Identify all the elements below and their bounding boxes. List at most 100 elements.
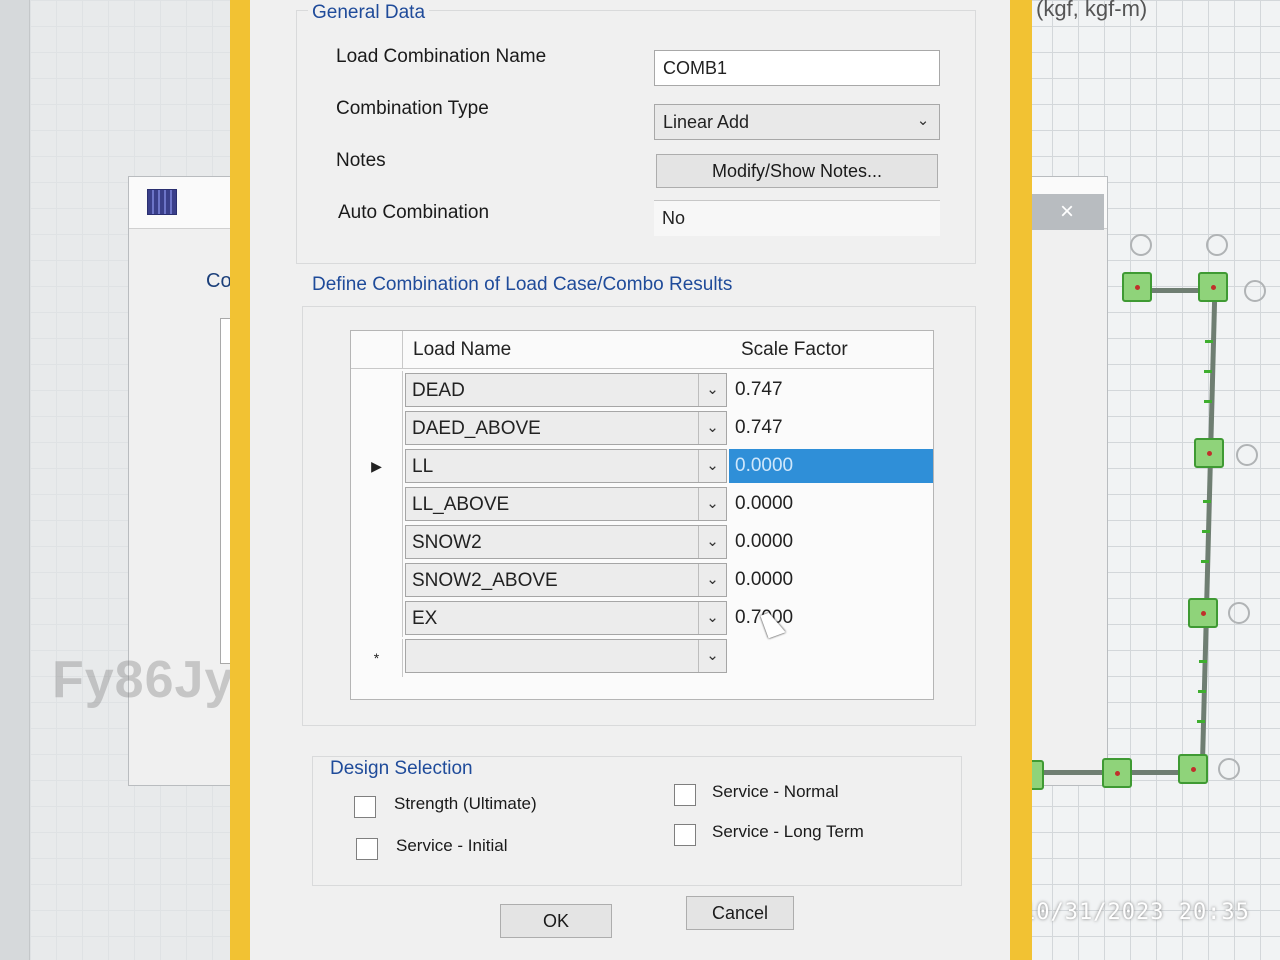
load-combination-dialog: General Data Load Combination Name COMB1… [250,0,1010,960]
grid-bubble-icon [1218,758,1240,780]
chevron-down-icon[interactable]: ⌄ [698,488,726,520]
load-name-cell[interactable]: SNOW2 ⌄ [405,525,727,559]
load-tick [1197,720,1205,723]
dialog-frame-left [230,0,250,960]
row-header[interactable] [351,599,403,637]
node-icon [1198,272,1228,302]
chevron-down-icon[interactable]: ⌄ [698,412,726,444]
background-left-strip [0,0,30,960]
chevron-down-icon[interactable]: ⌄ [698,526,726,558]
general-data-title: General Data [308,2,430,24]
new-row-marker[interactable]: * [351,639,403,677]
define-combination-title: Define Combination of Load Case/Combo Re… [312,274,733,295]
row-header[interactable] [351,523,403,561]
load-tick [1198,690,1206,693]
load-name-value: EX [412,608,438,629]
grid-bubble-icon [1236,444,1258,466]
photo-timestamp: 10/31/2023 20:35 [1022,900,1250,925]
node-icon [1102,758,1132,788]
scale-factor-cell[interactable]: 0.0000 [729,563,933,597]
row-header[interactable] [351,485,403,523]
load-name-column-header: Load Name [413,339,512,360]
background-partial-label: Co [206,270,232,292]
load-tick [1202,530,1210,533]
load-name-value: SNOW2 [412,532,482,553]
service-initial-label: Service - Initial [396,836,508,855]
row-header[interactable] [351,371,403,409]
auto-combination-value: No [654,200,940,236]
column-member [1199,290,1218,776]
scale-factor-column-header: Scale Factor [741,339,848,360]
load-name-cell[interactable]: EX ⌄ [405,601,727,635]
service-long-term-label: Service - Long Term [712,822,864,841]
auto-combination-label: Auto Combination [338,202,490,223]
service-normal-checkbox[interactable] [674,784,696,806]
app-icon [147,189,177,215]
grid-bubble-icon [1130,234,1152,256]
combination-type-label: Combination Type [336,98,489,119]
node-icon [1194,438,1224,468]
cancel-button[interactable]: Cancel [686,896,794,930]
strength-ultimate-checkbox[interactable] [354,796,376,818]
watermark: Fy86Jy [52,651,235,709]
grid-bubble-icon [1244,280,1266,302]
chevron-down-icon[interactable]: ⌄ [698,602,726,634]
load-combination-grid[interactable]: Load Name Scale Factor DEAD ⌄ 0.747 DAED… [350,330,934,700]
load-name-cell[interactable]: LL_ABOVE ⌄ [405,487,727,521]
dialog-frame-right [1010,0,1032,960]
row-pointer-icon[interactable]: ▶ [351,447,403,485]
scale-factor-cell-selected[interactable]: 0.0000 [729,449,933,483]
load-tick [1203,500,1211,503]
load-tick [1201,560,1209,563]
chevron-down-icon[interactable]: ⌄ [698,450,726,482]
service-normal-label: Service - Normal [712,782,839,801]
scale-factor-cell[interactable]: 0.747 [729,373,933,407]
load-name-cell[interactable]: DAED_ABOVE ⌄ [405,411,727,445]
row-header[interactable] [351,561,403,599]
service-long-term-checkbox[interactable] [674,824,696,846]
node-icon [1178,754,1208,784]
chevron-down-icon[interactable]: ⌄ [698,374,726,406]
close-icon[interactable]: × [1030,194,1104,230]
scale-factor-cell[interactable]: 0.0000 [729,525,933,559]
combination-type-value: Linear Add [663,112,750,132]
load-tick [1204,400,1212,403]
grid-corner [351,331,403,369]
load-name-value: DEAD [412,380,465,401]
scale-factor-cell[interactable]: 0.0000 [729,487,933,521]
modify-show-notes-button[interactable]: Modify/Show Notes... [656,154,938,188]
load-name-cell[interactable]: LL ⌄ [405,449,727,483]
notes-label: Notes [336,150,386,171]
load-name-value: LL_ABOVE [412,494,510,515]
service-initial-checkbox[interactable] [356,838,378,860]
node-icon [1188,598,1218,628]
structural-model [1000,230,1280,830]
load-name-value: DAED_ABOVE [412,418,541,439]
combination-name-input[interactable]: COMB1 [654,50,940,86]
combination-type-select[interactable]: Linear Add ⌄ [654,104,940,140]
scale-factor-cell-new[interactable] [729,639,933,673]
grid-header: Load Name Scale Factor [351,331,933,369]
design-selection-title: Design Selection [326,758,477,780]
combination-name-label: Load Combination Name [336,46,547,67]
node-icon [1122,272,1152,302]
load-name-cell-new[interactable]: ⌄ [405,639,727,673]
chevron-down-icon: ⌄ [916,112,930,129]
row-header[interactable] [351,409,403,447]
grid-bubble-icon [1206,234,1228,256]
load-tick [1199,660,1207,663]
chevron-down-icon[interactable]: ⌄ [698,564,726,596]
load-name-cell[interactable]: SNOW2_ABOVE ⌄ [405,563,727,597]
load-name-cell[interactable]: DEAD ⌄ [405,373,727,407]
units-label: (kgf, kgf-m) [1036,0,1148,21]
scale-factor-cell[interactable]: 0.7000 [729,601,933,635]
strength-ultimate-label: Strength (Ultimate) [394,794,537,813]
grid-bubble-icon [1228,602,1250,624]
load-tick [1205,340,1213,343]
chevron-down-icon[interactable]: ⌄ [698,640,726,672]
ok-button[interactable]: OK [500,904,612,938]
load-name-value: LL [412,456,434,477]
scale-factor-cell[interactable]: 0.747 [729,411,933,445]
load-tick [1204,370,1212,373]
load-name-value: SNOW2_ABOVE [412,570,558,591]
